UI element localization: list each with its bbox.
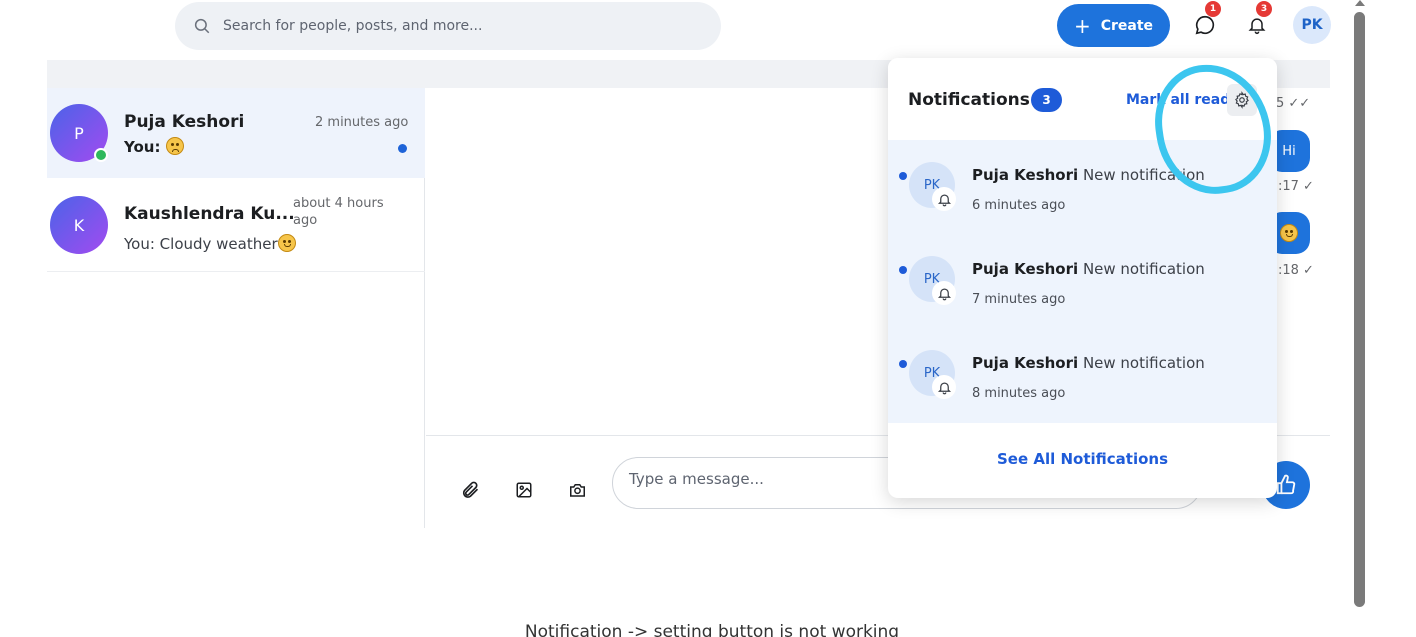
user-avatar[interactable]: PK [1293,6,1331,44]
plus-icon: + [1073,13,1091,38]
smile-emoji-icon [277,234,296,252]
top-bar: Search for people, posts, and more... + … [0,0,1352,58]
see-all-notifications-link[interactable]: See All Notifications [888,450,1277,468]
notification-message: New notification [1082,260,1205,278]
messages-badge: 1 [1205,1,1221,17]
chat-name: Kaushlendra Ku... [124,204,295,224]
notification-item[interactable]: PK Puja Keshori New notification 8 minut… [888,328,1277,422]
smile-emoji-icon [1280,224,1298,242]
chat-name: Puja Keshori [124,112,245,132]
bell-icon [1248,18,1266,35]
search-icon [194,18,210,34]
chat-time: about 4 hours ago [293,196,384,228]
notification-text: Puja Keshori New notification [972,354,1205,372]
page: Search for people, posts, and more... + … [0,0,1416,637]
bell-icon [932,281,956,305]
notifications-badge: 3 [1256,1,1272,17]
unread-indicator [899,360,907,368]
search-bar[interactable]: Search for people, posts, and more... [175,2,721,50]
sad-emoji-icon [165,137,184,155]
notification-time: 7 minutes ago [972,292,1066,307]
chat-list-item[interactable]: K Kaushlendra Ku... about 4 hours ago Yo… [47,178,425,272]
unread-indicator [899,266,907,274]
unread-indicator [398,144,407,153]
scroll-up-arrow-icon[interactable] [1355,0,1365,6]
image-button[interactable] [513,479,535,501]
bell-icon [932,375,956,399]
chat-preview-text: You: [124,138,161,156]
scrollbar-thumb[interactable] [1354,12,1365,607]
bell-icon [932,187,956,211]
unread-indicator [899,172,907,180]
image-icon [516,482,532,498]
notifications-count-badge: 3 [1031,88,1062,112]
message-time: :18 ✓ [1278,263,1314,278]
message-time: :17 ✓ [1278,179,1314,194]
chat-preview-text: You: Cloudy weather [124,235,278,253]
thumbs-up-icon [1276,474,1296,495]
notification-item[interactable]: PK Puja Keshori New notification 7 minut… [888,234,1277,328]
notification-sender: Puja Keshori [972,166,1079,184]
messages-button[interactable]: 1 [1192,1,1221,38]
create-button[interactable]: + Create [1057,4,1170,47]
avatar: K [50,196,108,254]
search-input[interactable]: Search for people, posts, and more... [223,18,482,34]
chat-list: P Puja Keshori 2 minutes ago You: K Kaus… [47,88,425,528]
create-button-label: Create [1100,17,1154,34]
notifications-title: Notifications [908,90,1030,110]
chat-preview: You: [124,137,184,156]
camera-button[interactable] [566,479,588,501]
chat-bubble-icon [1195,15,1215,35]
caption: Notification -> setting button is not wo… [524,622,900,637]
paperclip-icon [462,481,479,498]
chat-time: 2 minutes ago [315,115,409,130]
chat-preview: You: Cloudy weather [124,234,296,253]
notification-sender: Puja Keshori [972,354,1079,372]
notification-time: 8 minutes ago [972,386,1066,401]
camera-icon [569,484,585,497]
attach-button[interactable] [459,479,481,501]
notification-text: Puja Keshori New notification [972,260,1205,278]
notification-sender: Puja Keshori [972,260,1079,278]
online-status-dot [94,148,108,162]
message-status: 5 ✓✓ [1276,96,1311,111]
notification-time: 6 minutes ago [972,198,1066,213]
notifications-button[interactable]: 3 [1244,1,1272,38]
notification-message: New notification [1082,354,1205,372]
chat-list-item[interactable]: P Puja Keshori 2 minutes ago You: [47,88,425,178]
